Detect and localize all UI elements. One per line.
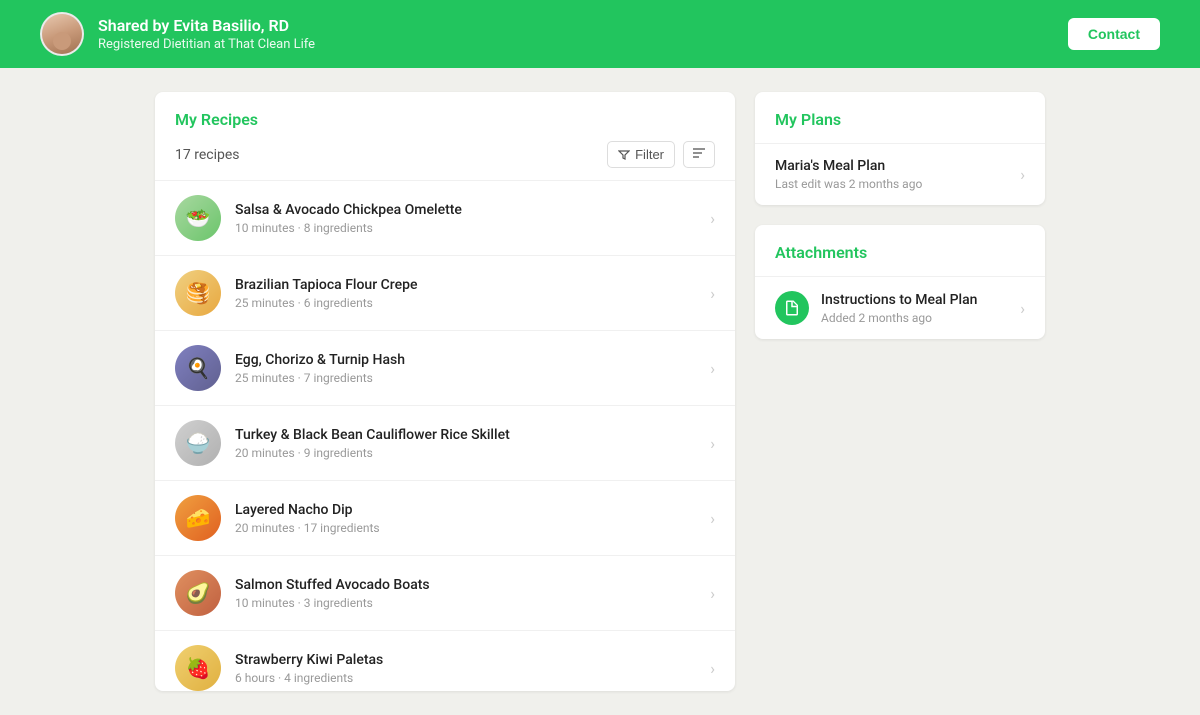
recipe-item[interactable]: 🍚 Turkey & Black Bean Cauliflower Rice S… (155, 406, 735, 481)
recipe-name: Layered Nacho Dip (235, 502, 710, 518)
recipe-info: Strawberry Kiwi Paletas 6 hours · 4 ingr… (235, 652, 710, 685)
attachments-list: Instructions to Meal Plan Added 2 months… (755, 276, 1045, 339)
recipe-info: Layered Nacho Dip 20 minutes · 17 ingred… (235, 502, 710, 535)
attachment-meta: Added 2 months ago (821, 311, 1020, 325)
recipe-thumbnail: 🍳 (175, 345, 221, 391)
recipe-meta: 10 minutes · 3 ingredients (235, 596, 710, 610)
plan-info: Maria's Meal Plan Last edit was 2 months… (775, 158, 1020, 191)
recipe-thumbnail: 🍓 (175, 645, 221, 691)
recipe-meta: 25 minutes · 7 ingredients (235, 371, 710, 385)
plan-meta: Last edit was 2 months ago (775, 177, 1020, 191)
attachments-panel-header: Attachments (755, 225, 1045, 276)
plans-title: My Plans (775, 110, 1025, 129)
attachments-title: Attachments (775, 243, 1025, 262)
attachments-panel: Attachments Instructions to Meal Plan Ad… (755, 225, 1045, 339)
header: Shared by Evita Basilio, RD Registered D… (0, 0, 1200, 68)
attachment-info: Instructions to Meal Plan Added 2 months… (821, 292, 1020, 325)
document-icon (783, 299, 801, 317)
plan-item[interactable]: Maria's Meal Plan Last edit was 2 months… (755, 143, 1045, 205)
recipe-info: Brazilian Tapioca Flour Crepe 25 minutes… (235, 277, 710, 310)
recipe-info: Turkey & Black Bean Cauliflower Rice Ski… (235, 427, 710, 460)
header-left: Shared by Evita Basilio, RD Registered D… (40, 12, 315, 56)
recipes-header: My Recipes 17 recipes Filter (155, 92, 735, 181)
chevron-right-icon: › (710, 209, 715, 228)
chevron-right-icon: › (710, 284, 715, 303)
recipe-item[interactable]: 🍳 Egg, Chorizo & Turnip Hash 25 minutes … (155, 331, 735, 406)
avatar (40, 12, 84, 56)
chevron-right-icon: › (710, 584, 715, 603)
chevron-right-icon: › (1020, 299, 1025, 318)
recipe-thumbnail: 🥑 (175, 570, 221, 616)
recipe-item[interactable]: 🥗 Salsa & Avocado Chickpea Omelette 10 m… (155, 181, 735, 256)
recipe-item[interactable]: 🧀 Layered Nacho Dip 20 minutes · 17 ingr… (155, 481, 735, 556)
recipe-meta: 25 minutes · 6 ingredients (235, 296, 710, 310)
recipe-info: Salmon Stuffed Avocado Boats 10 minutes … (235, 577, 710, 610)
recipe-list: 🥗 Salsa & Avocado Chickpea Omelette 10 m… (155, 181, 735, 691)
chevron-right-icon: › (710, 659, 715, 678)
recipe-info: Egg, Chorizo & Turnip Hash 25 minutes · … (235, 352, 710, 385)
recipe-meta: 20 minutes · 9 ingredients (235, 446, 710, 460)
recipe-item[interactable]: 🍓 Strawberry Kiwi Paletas 6 hours · 4 in… (155, 631, 735, 691)
recipe-name: Strawberry Kiwi Paletas (235, 652, 710, 668)
sort-button[interactable] (683, 141, 715, 168)
chevron-right-icon: › (710, 434, 715, 453)
sort-icon (692, 147, 706, 159)
attachment-item[interactable]: Instructions to Meal Plan Added 2 months… (755, 276, 1045, 339)
recipe-item[interactable]: 🥞 Brazilian Tapioca Flour Crepe 25 minut… (155, 256, 735, 331)
chevron-right-icon: › (1020, 165, 1025, 184)
recipes-panel: My Recipes 17 recipes Filter (155, 92, 735, 691)
recipe-meta: 20 minutes · 17 ingredients (235, 521, 710, 535)
plans-list: Maria's Meal Plan Last edit was 2 months… (755, 143, 1045, 205)
recipes-title: My Recipes (175, 110, 715, 129)
recipe-info: Salsa & Avocado Chickpea Omelette 10 min… (235, 202, 710, 235)
recipe-meta: 10 minutes · 8 ingredients (235, 221, 710, 235)
attachment-name: Instructions to Meal Plan (821, 292, 1020, 308)
shared-by-label: Shared by Evita Basilio, RD (98, 16, 315, 35)
recipe-name: Egg, Chorizo & Turnip Hash (235, 352, 710, 368)
recipe-meta: 6 hours · 4 ingredients (235, 671, 710, 685)
chevron-right-icon: › (710, 359, 715, 378)
contact-button[interactable]: Contact (1068, 18, 1160, 50)
recipe-thumbnail: 🥞 (175, 270, 221, 316)
plans-panel-header: My Plans (755, 92, 1045, 143)
recipes-toolbar: 17 recipes Filter (175, 141, 715, 168)
header-text: Shared by Evita Basilio, RD Registered D… (98, 16, 315, 52)
recipe-name: Salmon Stuffed Avocado Boats (235, 577, 710, 593)
recipe-name: Salsa & Avocado Chickpea Omelette (235, 202, 710, 218)
recipe-thumbnail: 🥗 (175, 195, 221, 241)
toolbar-right: Filter (607, 141, 715, 168)
attachment-icon (775, 291, 809, 325)
filter-button[interactable]: Filter (607, 141, 675, 168)
recipe-item[interactable]: 🥑 Salmon Stuffed Avocado Boats 10 minute… (155, 556, 735, 631)
recipe-name: Turkey & Black Bean Cauliflower Rice Ski… (235, 427, 710, 443)
recipes-count: 17 recipes (175, 147, 240, 163)
right-panel: My Plans Maria's Meal Plan Last edit was… (755, 92, 1045, 691)
main-container: My Recipes 17 recipes Filter (0, 68, 1200, 715)
plan-name: Maria's Meal Plan (775, 158, 1020, 174)
recipe-thumbnail: 🧀 (175, 495, 221, 541)
subtitle-label: Registered Dietitian at That Clean Life (98, 37, 315, 52)
filter-icon (618, 149, 630, 161)
plans-panel: My Plans Maria's Meal Plan Last edit was… (755, 92, 1045, 205)
recipe-name: Brazilian Tapioca Flour Crepe (235, 277, 710, 293)
chevron-right-icon: › (710, 509, 715, 528)
recipe-thumbnail: 🍚 (175, 420, 221, 466)
